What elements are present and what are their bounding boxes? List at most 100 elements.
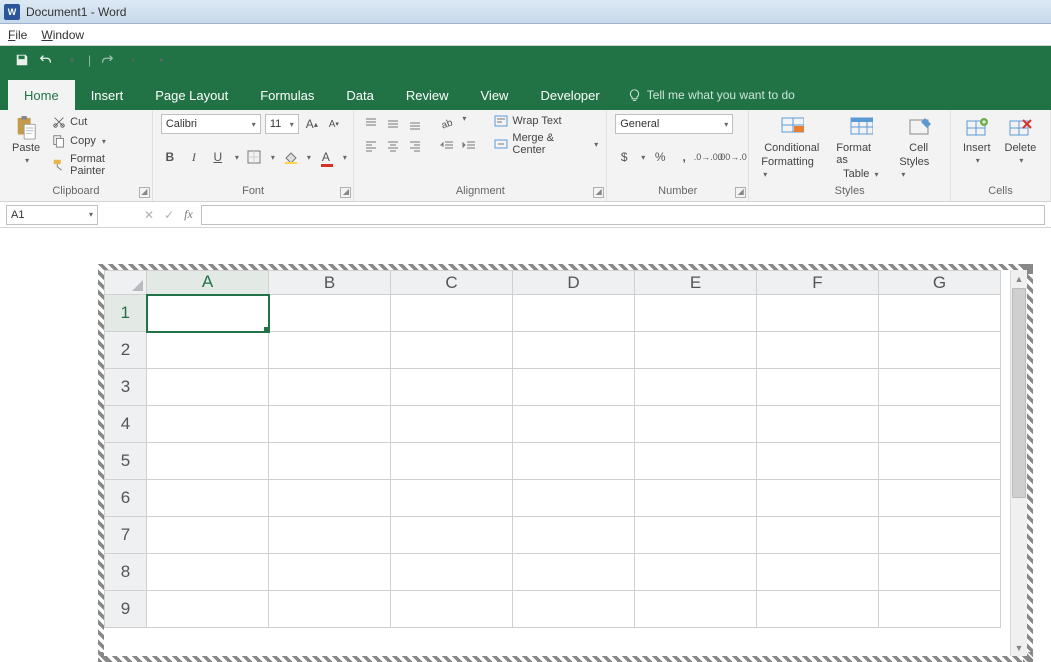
cell[interactable] xyxy=(269,591,391,628)
align-center-icon[interactable] xyxy=(384,136,402,154)
col-header-E[interactable]: E xyxy=(635,271,757,295)
font-color-button[interactable]: A xyxy=(317,148,335,166)
cell[interactable] xyxy=(269,406,391,443)
fill-color-button[interactable] xyxy=(281,148,299,166)
increase-decimal-icon[interactable]: .0→.00 xyxy=(699,148,717,166)
cell[interactable] xyxy=(147,517,269,554)
cell[interactable] xyxy=(513,517,635,554)
cell[interactable] xyxy=(757,406,879,443)
accounting-format-button[interactable]: $ xyxy=(615,148,633,166)
cell[interactable] xyxy=(757,443,879,480)
cut-button[interactable]: Cut xyxy=(50,114,144,130)
row-header-8[interactable]: 8 xyxy=(105,554,147,591)
cell[interactable] xyxy=(879,480,1001,517)
row-header-1[interactable]: 1 xyxy=(105,295,147,332)
borders-button[interactable] xyxy=(245,148,263,166)
tell-me-search[interactable]: Tell me what you want to do xyxy=(628,80,795,110)
scroll-thumb[interactable] xyxy=(1012,288,1026,498)
redo-dropdown[interactable]: ▾ xyxy=(125,52,141,68)
number-format-combo[interactable]: General▾ xyxy=(615,114,733,134)
tab-developer[interactable]: Developer xyxy=(524,80,615,110)
cell[interactable] xyxy=(635,591,757,628)
cell[interactable] xyxy=(391,554,513,591)
increase-indent-icon[interactable] xyxy=(460,136,478,154)
col-header-F[interactable]: F xyxy=(757,271,879,295)
cell[interactable] xyxy=(147,406,269,443)
cell[interactable] xyxy=(513,591,635,628)
row-header-4[interactable]: 4 xyxy=(105,406,147,443)
fill-color-dropdown[interactable]: ▾ xyxy=(307,153,311,162)
cell[interactable] xyxy=(269,517,391,554)
undo-icon[interactable] xyxy=(38,52,54,68)
col-header-A[interactable]: A xyxy=(147,271,269,295)
copy-button[interactable]: Copy ▾ xyxy=(50,133,144,149)
cell[interactable] xyxy=(635,554,757,591)
decrease-decimal-icon[interactable]: .00→.0 xyxy=(723,148,741,166)
tab-formulas[interactable]: Formulas xyxy=(244,80,330,110)
underline-button[interactable]: U xyxy=(209,148,227,166)
cell[interactable] xyxy=(879,369,1001,406)
decrease-indent-icon[interactable] xyxy=(438,136,456,154)
tab-data[interactable]: Data xyxy=(330,80,389,110)
redo-icon[interactable] xyxy=(99,52,115,68)
cell[interactable] xyxy=(513,443,635,480)
accounting-dropdown[interactable]: ▾ xyxy=(641,153,645,162)
row-header-9[interactable]: 9 xyxy=(105,591,147,628)
cell-styles-button[interactable]: Cell Styles ▾ xyxy=(895,114,942,182)
font-launcher[interactable]: ◢ xyxy=(340,187,351,198)
menu-window[interactable]: Window xyxy=(41,28,84,42)
save-icon[interactable] xyxy=(14,52,30,68)
cell[interactable] xyxy=(513,332,635,369)
cell[interactable] xyxy=(269,480,391,517)
cell[interactable] xyxy=(391,369,513,406)
cell[interactable] xyxy=(513,554,635,591)
delete-cells-button[interactable]: Delete ▾ xyxy=(1001,114,1041,167)
cell[interactable] xyxy=(147,443,269,480)
cell[interactable] xyxy=(757,295,879,332)
cell[interactable] xyxy=(513,480,635,517)
cell[interactable] xyxy=(391,332,513,369)
align-right-icon[interactable] xyxy=(406,136,424,154)
qat-customize[interactable]: ▾ xyxy=(153,52,169,68)
cell[interactable] xyxy=(879,443,1001,480)
paste-dropdown[interactable]: ▾ xyxy=(25,156,29,165)
clipboard-launcher[interactable]: ◢ xyxy=(139,187,150,198)
enter-formula-icon[interactable]: ✓ xyxy=(164,208,174,222)
tab-review[interactable]: Review xyxy=(390,80,465,110)
cell[interactable] xyxy=(513,406,635,443)
row-header-2[interactable]: 2 xyxy=(105,332,147,369)
paste-button[interactable]: Paste ▾ xyxy=(8,114,44,167)
underline-dropdown[interactable]: ▾ xyxy=(235,153,239,162)
cell[interactable] xyxy=(391,443,513,480)
undo-dropdown[interactable]: ▾ xyxy=(64,52,80,68)
worksheet-grid[interactable]: A B C D E F G 1 2 3 4 5 6 7 8 9 xyxy=(104,270,1001,628)
orientation-button[interactable]: ab xyxy=(438,114,456,132)
select-all-corner[interactable] xyxy=(105,271,147,295)
align-top-icon[interactable] xyxy=(362,114,380,132)
cell[interactable] xyxy=(269,369,391,406)
col-header-B[interactable]: B xyxy=(269,271,391,295)
tab-view[interactable]: View xyxy=(465,80,525,110)
row-header-3[interactable]: 3 xyxy=(105,369,147,406)
cell[interactable] xyxy=(391,295,513,332)
increase-font-icon[interactable]: A▴ xyxy=(303,115,321,133)
bold-button[interactable]: B xyxy=(161,148,179,166)
row-header-6[interactable]: 6 xyxy=(105,480,147,517)
tab-page-layout[interactable]: Page Layout xyxy=(139,80,244,110)
align-middle-icon[interactable] xyxy=(384,114,402,132)
scroll-track[interactable] xyxy=(1011,499,1027,639)
scroll-down-icon[interactable]: ▼ xyxy=(1011,639,1027,656)
align-left-icon[interactable] xyxy=(362,136,380,154)
cell[interactable] xyxy=(391,517,513,554)
font-size-combo[interactable]: 11▾ xyxy=(265,114,299,134)
cell[interactable] xyxy=(757,480,879,517)
cell-A1[interactable] xyxy=(147,295,269,332)
cell[interactable] xyxy=(147,554,269,591)
cell[interactable] xyxy=(635,332,757,369)
cell[interactable] xyxy=(635,480,757,517)
merge-center-button[interactable]: Merge & Center ▾ xyxy=(494,132,598,156)
cell[interactable] xyxy=(635,406,757,443)
cell[interactable] xyxy=(879,332,1001,369)
tab-home[interactable]: Home xyxy=(8,80,75,110)
cell[interactable] xyxy=(879,554,1001,591)
